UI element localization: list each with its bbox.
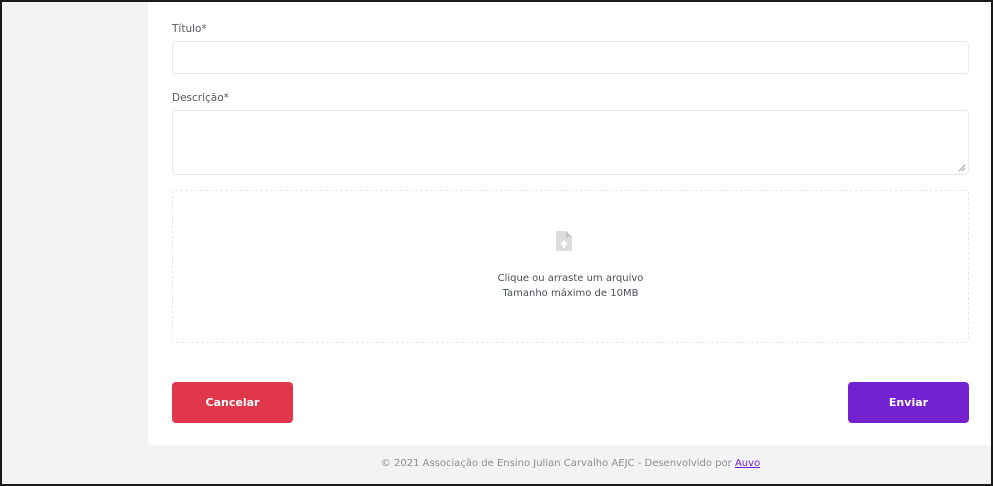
title-label: Título* bbox=[172, 23, 207, 35]
footer-link-auvo[interactable]: Auvo bbox=[735, 458, 760, 469]
form-card: Título* Descrição* Clique ou arraste um … bbox=[148, 0, 993, 445]
file-dropzone[interactable]: Clique ou arraste um arquivo Tamanho máx… bbox=[172, 190, 969, 343]
file-upload-icon bbox=[556, 231, 572, 251]
footer-copyright: © 2021 Associação de Ensino Julian Carva… bbox=[380, 458, 732, 469]
submit-button[interactable]: Enviar bbox=[848, 382, 969, 423]
footer: © 2021 Associação de Ensino Julian Carva… bbox=[148, 458, 993, 469]
cancel-button[interactable]: Cancelar bbox=[172, 382, 293, 423]
resize-grip-icon[interactable] bbox=[958, 164, 966, 172]
title-input[interactable] bbox=[172, 41, 969, 74]
dropzone-instruction: Clique ou arraste um arquivo bbox=[497, 273, 644, 284]
description-label: Descrição* bbox=[172, 92, 229, 104]
dropzone-size-limit: Tamanho máximo de 10MB bbox=[502, 288, 639, 299]
description-textarea[interactable] bbox=[172, 110, 969, 175]
